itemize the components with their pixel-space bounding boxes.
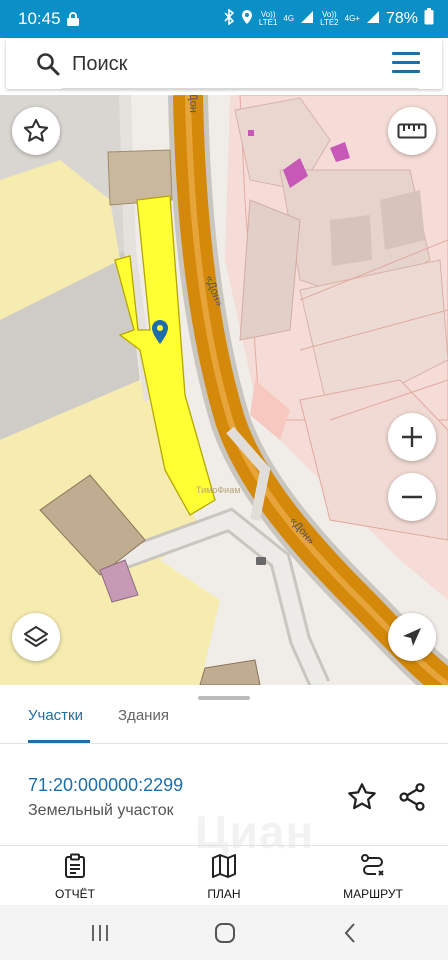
- sim2-network: Vo)) LTE2: [320, 11, 339, 27]
- cian-watermark: Циан: [195, 806, 315, 858]
- share-button[interactable]: [396, 781, 428, 813]
- bluetooth-icon: [223, 7, 235, 30]
- zoom-in-button[interactable]: [388, 413, 436, 461]
- back-icon[interactable]: [342, 922, 358, 949]
- sim1-gen: 4G: [283, 14, 295, 23]
- star-icon: [23, 118, 49, 142]
- bottom-sheet: Участки Здания Циан 71:20:000000:2299 Зе…: [0, 685, 448, 905]
- location-icon: [241, 9, 253, 30]
- sim2-label: LTE2: [320, 18, 339, 27]
- app-screen: 10:45 Vo)) LTE1 4G Vo)) LTE2 4G+ 78% Пои…: [0, 0, 448, 960]
- ruler-button[interactable]: [388, 107, 436, 155]
- share-icon: [399, 783, 425, 811]
- status-indicators: Vo)) LTE1 4G Vo)) LTE2 4G+ 78%: [223, 7, 434, 30]
- ruler-icon: [397, 123, 427, 139]
- signal-icon: [366, 10, 380, 29]
- tab-parcels[interactable]: Участки: [28, 707, 83, 724]
- search-underline: [62, 88, 418, 89]
- plan-button[interactable]: ПЛАН: [164, 853, 284, 901]
- route-label: МАРШРУТ: [343, 887, 403, 901]
- map-watermark: ТимоФиам: [196, 485, 241, 495]
- search-icon[interactable]: [36, 52, 60, 81]
- tabs-divider: [0, 743, 448, 744]
- sim1-network: Vo)) LTE1: [259, 11, 278, 27]
- battery-level: 78%: [385, 10, 418, 27]
- navigation-arrow-icon: [403, 628, 421, 646]
- favorite-button[interactable]: [346, 781, 378, 813]
- home-icon[interactable]: [214, 922, 236, 949]
- search-bar: [6, 39, 442, 89]
- plus-icon: [402, 427, 422, 447]
- report-label: ОТЧЁТ: [54, 887, 95, 901]
- route-button[interactable]: МАРШРУТ: [313, 853, 433, 901]
- cadastral-number[interactable]: 71:20:000000:2299: [28, 775, 183, 796]
- signal-icon: [300, 10, 314, 29]
- actions-divider: [0, 845, 448, 846]
- menu-icon[interactable]: [392, 52, 420, 74]
- status-bar: 10:45 Vo)) LTE1 4G Vo)) LTE2 4G+ 78%: [0, 0, 448, 38]
- map-plan-icon: [212, 854, 236, 878]
- star-icon: [348, 783, 376, 810]
- sim2-gen: 4G+: [344, 14, 360, 23]
- tab-buildings[interactable]: Здания: [118, 707, 169, 724]
- favorite-map-button[interactable]: [12, 107, 60, 155]
- my-location-button[interactable]: [388, 613, 436, 661]
- lock-icon: [66, 11, 80, 32]
- recent-apps-icon[interactable]: [90, 923, 110, 948]
- drag-handle[interactable]: [198, 696, 250, 700]
- route-icon: [361, 854, 384, 876]
- minus-icon: [402, 495, 422, 499]
- search-input[interactable]: [72, 49, 372, 79]
- layers-icon: [24, 626, 48, 647]
- report-icon: [65, 853, 85, 878]
- plan-label: ПЛАН: [207, 887, 241, 901]
- system-navigation-bar: [0, 905, 448, 960]
- sim1-label: LTE1: [258, 18, 278, 27]
- report-button[interactable]: ОТЧЁТ: [15, 853, 135, 901]
- status-time: 10:45: [18, 9, 61, 28]
- layers-button[interactable]: [12, 613, 60, 661]
- road-label: Дон: [186, 95, 199, 113]
- parcel-type: Земельный участок: [28, 802, 174, 819]
- zoom-out-button[interactable]: [388, 473, 436, 521]
- battery-icon: [424, 8, 434, 30]
- map-canvas[interactable]: [0, 95, 448, 685]
- map-view[interactable]: «Дон» «Дон» Дон ТимоФиам: [0, 95, 448, 685]
